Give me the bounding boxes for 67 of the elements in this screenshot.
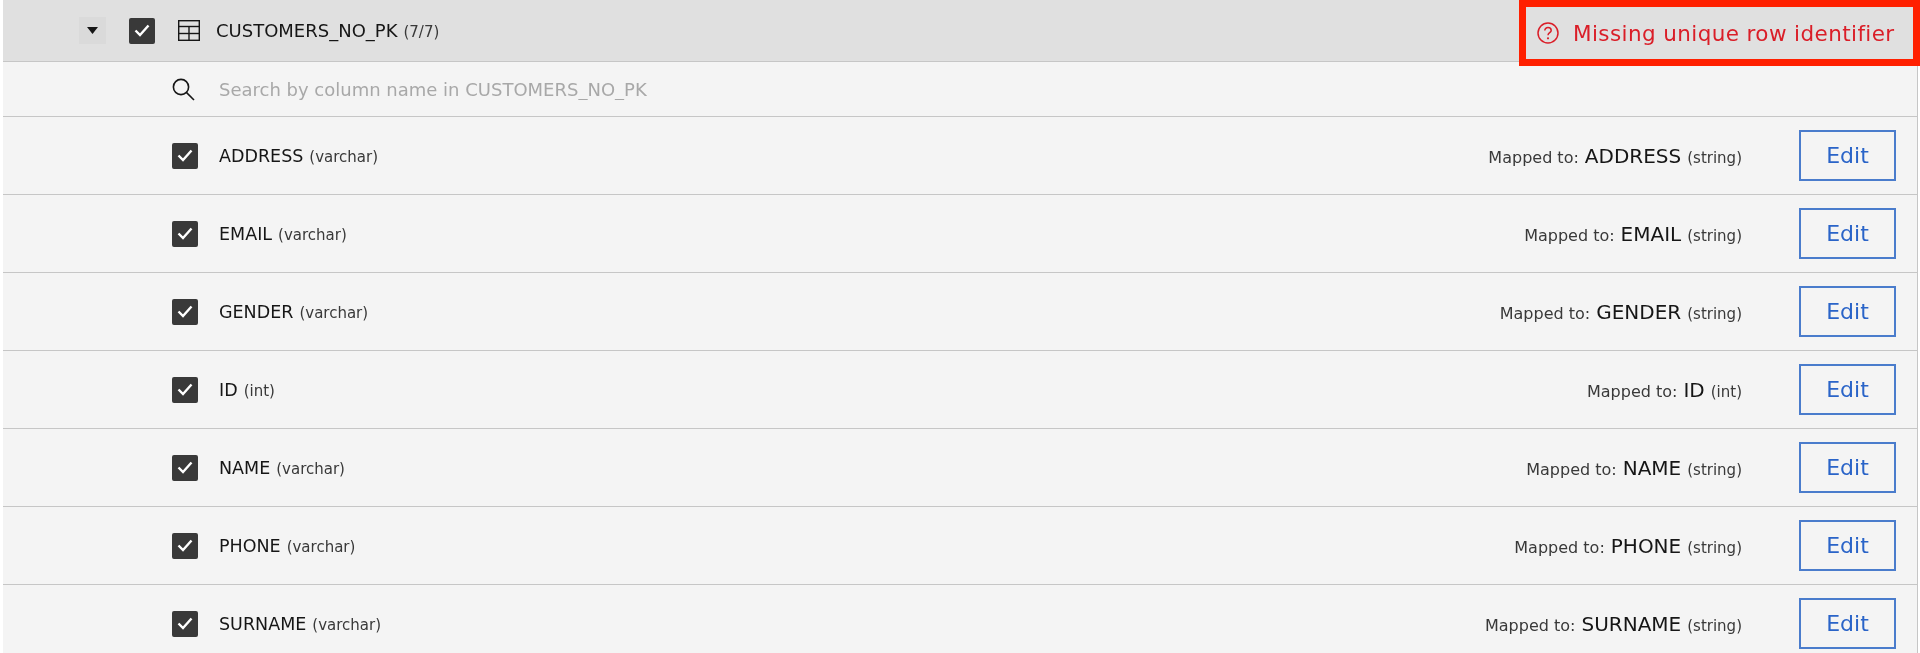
help-icon — [1537, 22, 1559, 44]
column-type: (varchar) — [276, 459, 345, 478]
edit-button[interactable]: Edit — [1799, 598, 1896, 649]
checkbox[interactable] — [172, 298, 198, 325]
column-type: (varchar) — [299, 303, 369, 322]
column-name: NAME — [219, 457, 271, 478]
checkbox[interactable] — [172, 220, 198, 247]
mapped-type: (string) — [1687, 538, 1742, 557]
edit-button[interactable]: Edit — [1799, 520, 1896, 571]
mapped-name: ID — [1683, 377, 1705, 402]
mapped-type: (string) — [1687, 304, 1742, 323]
checkmark-icon — [177, 383, 193, 396]
edit-button[interactable]: Edit — [1799, 208, 1896, 259]
column-name: PHONE — [219, 535, 281, 556]
mapped-type: (int) — [1710, 382, 1742, 401]
edit-button[interactable]: Edit — [1799, 130, 1896, 181]
caret-down-icon — [87, 27, 98, 34]
checkbox[interactable] — [172, 610, 198, 637]
checkmark-icon — [177, 227, 193, 240]
mapped-name: NAME — [1622, 455, 1682, 480]
checkmark-icon — [177, 617, 193, 630]
table-icon — [178, 20, 200, 41]
checkmark-icon — [177, 305, 193, 318]
mapped-name: GENDER — [1596, 299, 1682, 324]
column-type: (varchar) — [312, 615, 382, 634]
checkbox[interactable] — [172, 142, 198, 169]
mapped-label: Mapped to: — [1526, 459, 1617, 479]
mapped-label: Mapped to: — [1524, 225, 1615, 245]
mapped-label: Mapped to: — [1488, 147, 1579, 167]
mapped-name: EMAIL — [1620, 221, 1682, 246]
column-type: (varchar) — [278, 225, 347, 244]
checkmark-icon — [177, 461, 193, 474]
column-type: (int) — [243, 381, 275, 400]
mapped-name: SURNAME — [1581, 611, 1682, 636]
edit-button[interactable]: Edit — [1799, 442, 1896, 493]
edit-button[interactable]: Edit — [1799, 286, 1896, 337]
checkbox[interactable] — [172, 454, 198, 481]
checkmark-icon — [134, 24, 150, 37]
edit-button[interactable]: Edit — [1799, 364, 1896, 415]
mapped-label: Mapped to: — [1586, 381, 1678, 401]
mapped-name: ADDRESS — [1584, 143, 1682, 168]
checkbox[interactable] — [172, 532, 198, 559]
checkbox[interactable] — [172, 376, 198, 403]
mapped-type: (string) — [1687, 226, 1742, 245]
warning-text: Missing unique row identifier — [1573, 20, 1895, 46]
column-name: EMAIL — [219, 223, 273, 244]
expand-button[interactable] — [79, 17, 106, 44]
checkbox[interactable] — [129, 17, 155, 44]
column-name: ADDRESS — [219, 145, 304, 166]
table-name: CUSTOMERS_NO_PK — [216, 20, 398, 41]
checkmark-icon — [177, 539, 193, 552]
mapped-label: Mapped to: — [1514, 537, 1605, 557]
search-icon — [172, 77, 195, 101]
column-type: (varchar) — [309, 147, 379, 166]
column-name: ID — [219, 379, 238, 400]
mapped-label: Mapped to: — [1485, 615, 1576, 635]
mapped-type: (string) — [1687, 148, 1742, 167]
mapped-type: (string) — [1687, 616, 1742, 635]
mapped-name: PHONE — [1610, 533, 1682, 558]
column-name: SURNAME — [219, 613, 307, 634]
column-type: (varchar) — [286, 537, 356, 556]
column-count: (7/7) — [403, 23, 440, 41]
mapped-label: Mapped to: — [1499, 303, 1591, 323]
checkmark-icon — [177, 149, 193, 162]
mapped-type: (string) — [1687, 460, 1742, 479]
search-field[interactable]: Search by column name in CUSTOMERS_NO_PK — [219, 69, 1019, 109]
column-name: GENDER — [219, 301, 294, 322]
